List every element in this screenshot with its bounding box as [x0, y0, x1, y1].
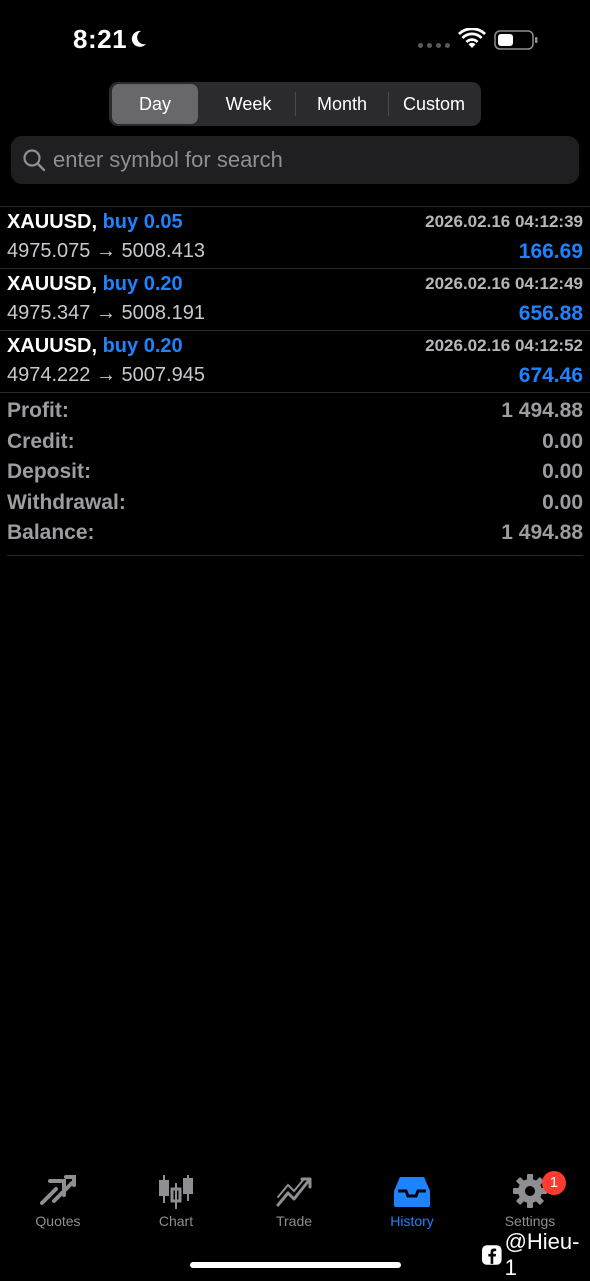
watermark: @Hieu-1: [481, 1229, 590, 1281]
arrow-icon: →: [95, 240, 116, 262]
tab-chart[interactable]: Chart: [126, 1173, 226, 1229]
trade-side-volume: buy 0.20: [102, 335, 183, 357]
summary-profit-label: Profit:: [7, 399, 69, 422]
summary-profit-row: Profit: 1 494.88: [7, 397, 583, 428]
chart-icon: [159, 1175, 193, 1209]
trade-side-volume: buy 0.05: [102, 211, 183, 233]
summary-balance-value: 1 494.88: [501, 521, 583, 544]
tab-history-label: History: [390, 1213, 434, 1229]
watermark-text: @Hieu-1: [504, 1229, 580, 1280]
trade-row[interactable]: XAUUSD, buy 0.20 2026.02.16 04:12:49 497…: [0, 269, 590, 331]
tab-settings-label: Settings: [504, 1213, 556, 1229]
trade-history-list: XAUUSD, buy 0.05 2026.02.16 04:12:39 497…: [0, 206, 590, 393]
tab-history[interactable]: History: [362, 1173, 462, 1229]
summary-balance-row: Balance: 1 494.88: [7, 519, 583, 550]
trade-symbol-line: XAUUSD, buy 0.05: [7, 211, 183, 234]
trade-time: 2026.02.16 04:12:52: [425, 336, 583, 355]
trade-profit: 656.88: [518, 302, 583, 325]
status-time: 8:21: [73, 24, 128, 54]
trade-prices: 4975.075 → 5008.413: [7, 240, 205, 263]
trade-symbol: XAUUSD,: [7, 211, 98, 233]
segment-day[interactable]: Day: [112, 84, 198, 124]
home-indicator: [190, 1262, 401, 1268]
trade-close-price: 5007.945: [121, 364, 205, 386]
summary-profit-value: 1 494.88: [501, 399, 583, 422]
battery-icon: [494, 30, 538, 50]
settings-badge: 1: [542, 1171, 566, 1195]
search-input[interactable]: [53, 136, 553, 184]
summary-deposit-row: Deposit: 0.00: [7, 458, 583, 489]
trade-icon: [276, 1177, 312, 1207]
trade-profit: 674.46: [518, 364, 583, 387]
arrow-icon: →: [95, 364, 116, 386]
arrow-icon: →: [95, 302, 116, 324]
trade-symbol: XAUUSD,: [7, 335, 98, 357]
trade-time: 2026.02.16 04:12:39: [425, 212, 583, 231]
segment-month[interactable]: Month: [296, 84, 388, 124]
period-segmented-control: Day Week Month Custom: [109, 82, 481, 126]
summary-deposit-value: 0.00: [542, 460, 583, 483]
trade-profit: 166.69: [518, 240, 583, 263]
status-bar: 8:21: [0, 0, 590, 80]
trade-symbol: XAUUSD,: [7, 273, 98, 295]
quotes-icon: [40, 1175, 76, 1205]
tab-quotes-label: Quotes: [35, 1213, 81, 1229]
trade-symbol-line: XAUUSD, buy 0.20: [7, 335, 183, 358]
trade-symbol-line: XAUUSD, buy 0.20: [7, 273, 183, 296]
summary-deposit-label: Deposit:: [7, 460, 91, 483]
tab-trade[interactable]: Trade: [244, 1173, 344, 1229]
moon-icon: [131, 30, 146, 47]
trade-side-volume: buy 0.20: [102, 273, 183, 295]
summary-withdrawal-row: Withdrawal: 0.00: [7, 489, 583, 520]
summary-withdrawal-label: Withdrawal:: [7, 490, 126, 514]
tab-trade-label: Trade: [275, 1213, 313, 1229]
summary-withdrawal-value: 0.00: [542, 490, 583, 514]
segment-week[interactable]: Week: [202, 84, 295, 124]
trade-time: 2026.02.16 04:12:49: [425, 274, 583, 293]
trade-prices: 4974.222 → 5007.945: [7, 364, 205, 387]
summary-credit-row: Credit: 0.00: [7, 428, 583, 459]
summary-credit-label: Credit:: [7, 429, 75, 453]
tab-chart-label: Chart: [158, 1213, 194, 1229]
trade-row[interactable]: XAUUSD, buy 0.05 2026.02.16 04:12:39 497…: [0, 207, 590, 269]
trade-prices: 4975.347 → 5008.191: [7, 302, 205, 325]
summary-balance-label: Balance:: [7, 521, 95, 544]
trade-open-price: 4975.347: [7, 302, 91, 324]
cellular-signal-icon: [418, 43, 450, 48]
trade-close-price: 5008.191: [121, 302, 205, 324]
history-icon: [394, 1177, 430, 1207]
facebook-icon: [481, 1245, 502, 1265]
segment-custom[interactable]: Custom: [389, 84, 479, 124]
wifi-icon: [458, 28, 486, 48]
trade-row[interactable]: XAUUSD, buy 0.20 2026.02.16 04:12:52 497…: [0, 331, 590, 393]
search-icon: [23, 149, 46, 172]
history-summary: Profit: 1 494.88 Credit: 0.00 Deposit: 0…: [7, 397, 583, 550]
trade-open-price: 4974.222: [7, 364, 91, 386]
trade-close-price: 5008.413: [121, 240, 205, 262]
search-bar: [11, 136, 579, 184]
summary-credit-value: 0.00: [542, 429, 583, 453]
trade-open-price: 4975.075: [7, 240, 91, 262]
summary-divider: [7, 555, 583, 556]
tab-quotes[interactable]: Quotes: [8, 1173, 108, 1229]
